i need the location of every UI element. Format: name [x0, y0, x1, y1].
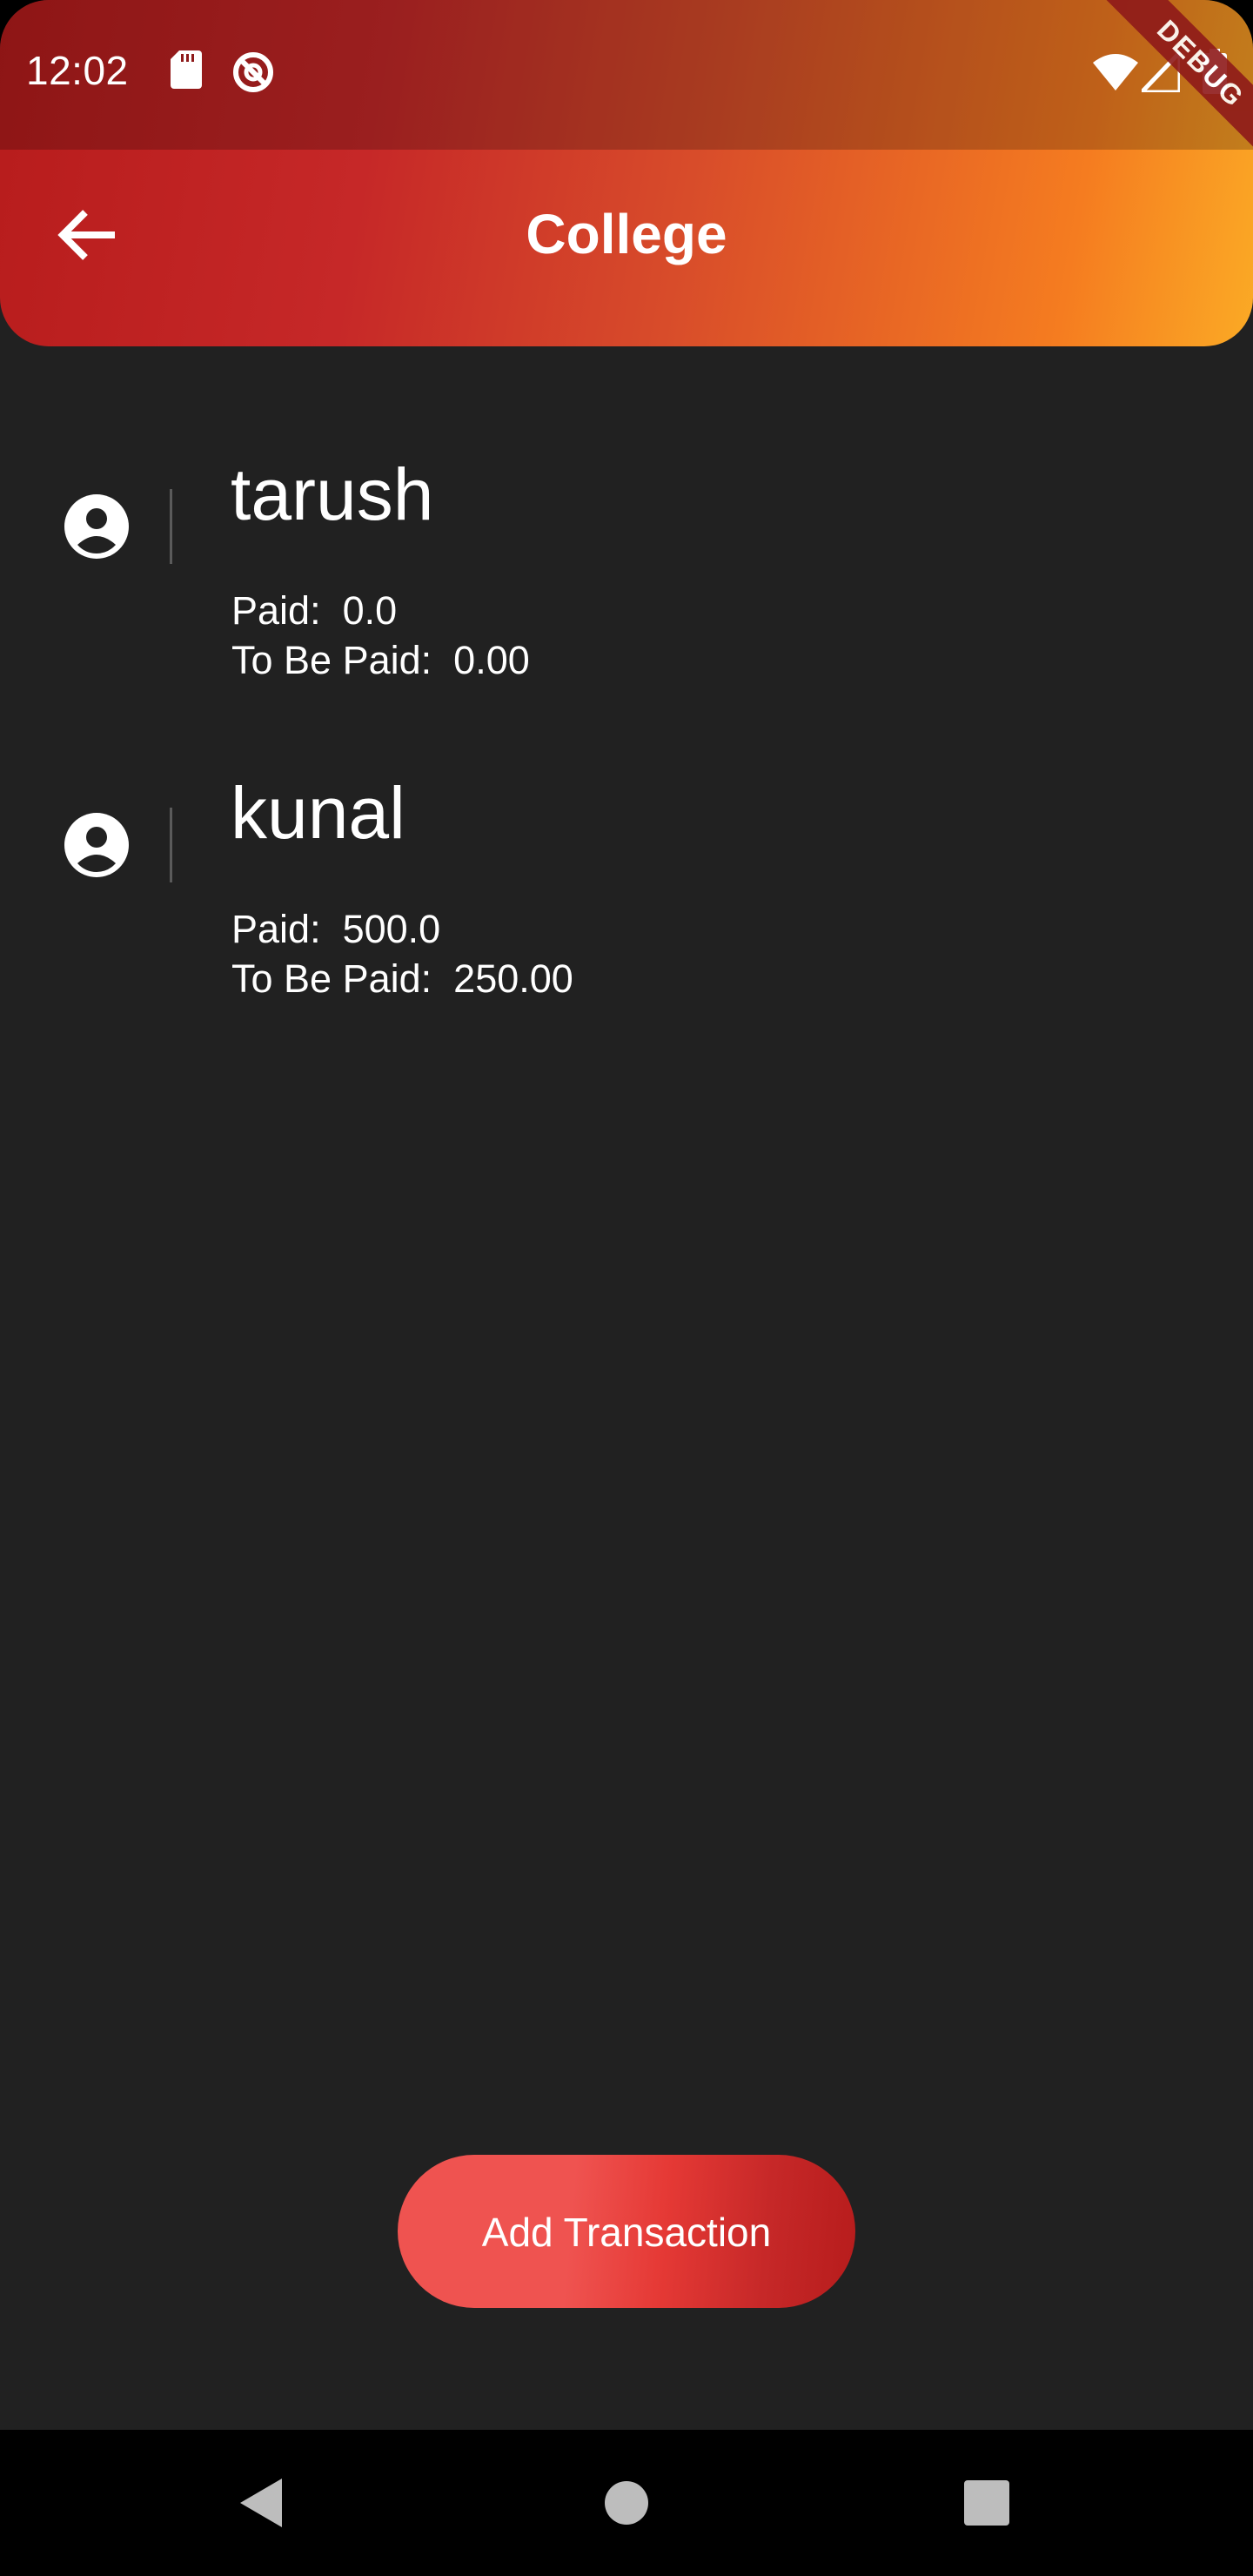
system-nav-bar	[0, 2430, 1253, 2576]
member-name: kunal	[231, 772, 405, 854]
paid-value: 500.0	[342, 907, 441, 951]
account-circle-icon	[63, 811, 131, 879]
recents-square-icon[interactable]	[952, 2468, 1022, 2538]
wifi-icon	[1093, 54, 1138, 95]
back-triangle-icon[interactable]	[228, 2468, 298, 2538]
divider	[170, 808, 172, 882]
arrow-back-icon	[45, 210, 129, 280]
page-title: College	[526, 203, 727, 265]
paid-label: Paid:	[231, 588, 321, 633]
app-screen: 12:02 College DEBUG tarush Paid: 0.0 To …	[0, 0, 1253, 2576]
add-transaction-button[interactable]: Add Transaction	[398, 2155, 855, 2308]
paid-value: 0.0	[342, 588, 398, 633]
paid-line: Paid: 0.0	[231, 588, 397, 634]
to-be-paid-value: 0.00	[453, 638, 530, 682]
to-be-paid-label: To Be Paid:	[231, 638, 432, 682]
divider	[170, 489, 172, 564]
app-header: 12:02 College DEBUG	[0, 0, 1253, 346]
to-be-paid-value: 250.00	[453, 956, 573, 1001]
status-bar: 12:02	[0, 0, 1253, 150]
home-circle-icon[interactable]	[592, 2468, 661, 2538]
paid-line: Paid: 500.0	[231, 907, 440, 952]
status-time: 12:02	[26, 48, 129, 93]
do-not-disturb-icon	[231, 50, 275, 98]
account-circle-icon	[63, 493, 131, 560]
to-be-paid-label: To Be Paid:	[231, 956, 432, 1001]
paid-label: Paid:	[231, 907, 321, 951]
to-be-paid-line: To Be Paid: 0.00	[231, 638, 530, 683]
member-name: tarush	[231, 453, 434, 535]
sd-card-icon	[171, 50, 202, 93]
to-be-paid-line: To Be Paid: 250.00	[231, 956, 573, 1002]
